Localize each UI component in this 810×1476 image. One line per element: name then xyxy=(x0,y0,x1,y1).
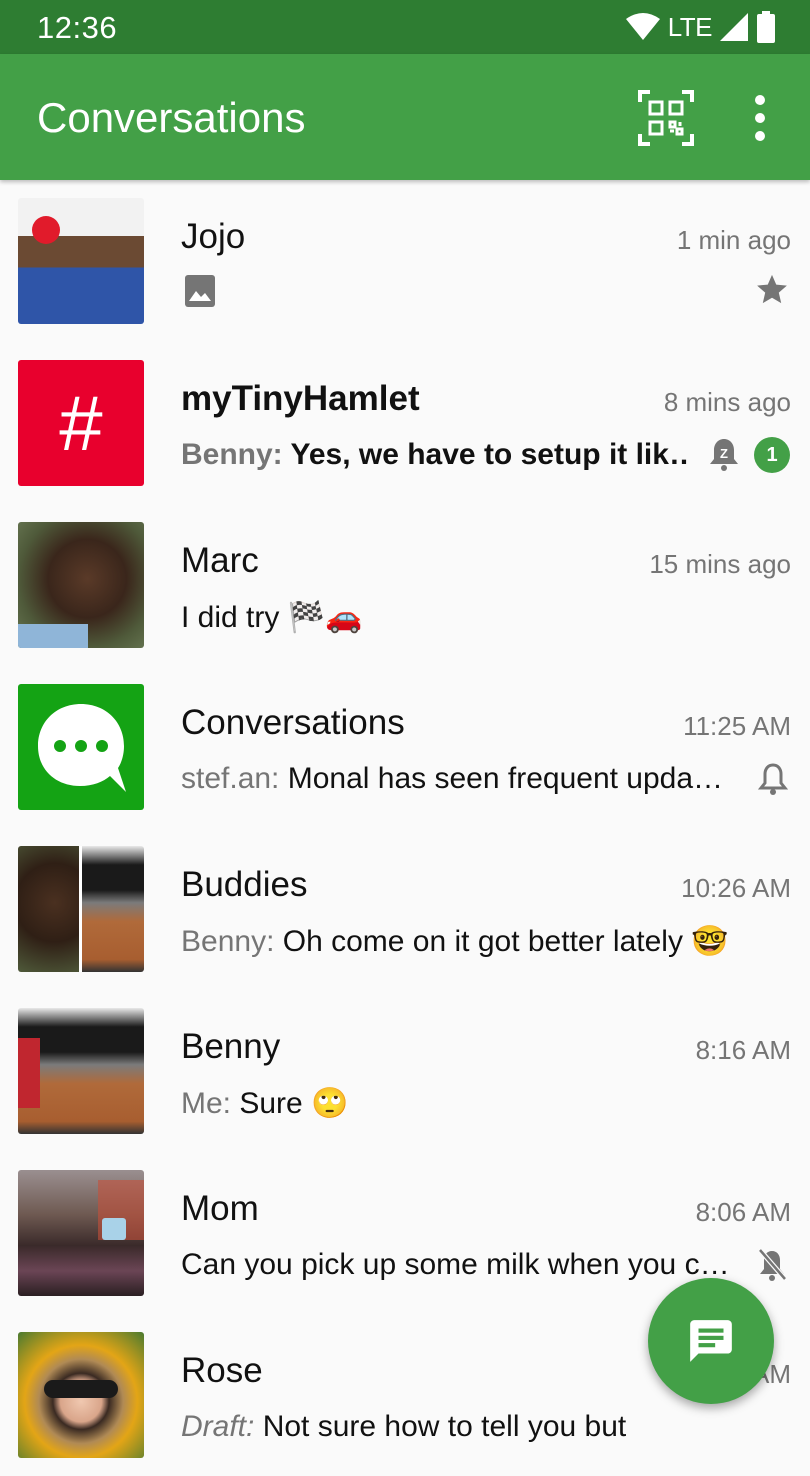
conversation-time: 8:16 AM xyxy=(695,1035,791,1065)
conversation-preview: stef.an: Monal has seen frequent upda… xyxy=(181,762,751,796)
conversation-name: Marc xyxy=(181,541,259,580)
conversation-preview: Benny: Oh come on it got better lately 🤓 xyxy=(181,924,729,959)
conversation-name: Buddies xyxy=(181,865,308,904)
new-message-icon xyxy=(690,1320,732,1362)
conversation-preview: Draft: Not sure how to tell you but xyxy=(181,1410,626,1444)
conversation-item[interactable]: Conversations 11:25 AM stef.an: Monal ha… xyxy=(0,666,810,828)
new-conversation-button[interactable] xyxy=(648,1278,774,1404)
snoozed-bell-icon: Z xyxy=(710,439,738,471)
message-text: Not sure how to tell you but xyxy=(262,1410,627,1443)
conversation-name: Jojo xyxy=(181,217,246,256)
app-bar: Conversations xyxy=(0,54,810,180)
wifi-icon xyxy=(625,13,660,40)
avatar xyxy=(18,846,144,972)
hashtag-icon: # xyxy=(59,378,103,467)
conversation-time: 8 mins ago xyxy=(663,387,791,417)
avatar xyxy=(18,684,144,810)
status-time: 12:36 xyxy=(37,10,118,45)
message-text: Can you pick up some milk when you c… xyxy=(181,1248,730,1281)
battery-icon xyxy=(757,11,775,43)
message-sender: stef.an: xyxy=(181,762,280,795)
status-icons: LTE xyxy=(625,10,776,44)
signal-icon xyxy=(720,13,748,41)
image-icon xyxy=(185,275,215,307)
conversation-time: 11:25 AM xyxy=(683,711,791,741)
qr-code-icon xyxy=(638,90,694,146)
more-vert-icon xyxy=(755,95,765,141)
message-text: Monal has seen frequent upda… xyxy=(287,762,724,795)
conversation-name: Mom xyxy=(181,1189,259,1228)
conversation-item[interactable]: Marc 15 mins ago I did try 🏁🚗 xyxy=(0,504,810,666)
message-text: I did try 🏁🚗 xyxy=(181,601,363,634)
conversation-preview: Benny: Yes, we have to setup it lik… xyxy=(181,438,691,472)
draft-label: Draft: xyxy=(181,1410,255,1443)
avatar xyxy=(18,1332,144,1458)
conversation-preview: Me: Sure 🙄 xyxy=(181,1086,348,1121)
avatar xyxy=(18,198,144,324)
conversation-item[interactable]: Jojo 1 min ago xyxy=(0,180,810,342)
conversations-logo-icon xyxy=(38,704,126,792)
conversation-name: myTinyHamlet xyxy=(181,379,420,418)
conversation-time: 1 min ago xyxy=(676,225,791,255)
star-icon xyxy=(757,274,787,304)
conversation-time: 15 mins ago xyxy=(649,549,791,579)
message-sender: Benny: xyxy=(181,925,275,958)
avatar: # xyxy=(18,360,144,486)
message-sender: Me: xyxy=(181,1087,232,1120)
conversation-item[interactable]: # myTinyHamlet 8 mins ago Benny: Yes, we… xyxy=(0,342,810,504)
conversation-preview: Can you pick up some milk when you c… xyxy=(181,1248,743,1282)
status-bar: 12:36 LTE xyxy=(0,0,810,54)
conversation-name: Benny xyxy=(181,1027,281,1066)
page-title: Conversations xyxy=(37,94,306,141)
avatar xyxy=(18,522,144,648)
conversation-item[interactable]: Benny 8:16 AM Me: Sure 🙄 xyxy=(0,990,810,1152)
conversation-name: Rose xyxy=(181,1351,263,1390)
conversation-time: 8:06 AM xyxy=(695,1197,791,1227)
conversation-time: 10:26 AM xyxy=(681,873,791,903)
conversation-name: Conversations xyxy=(181,703,405,742)
scan-qr-button[interactable] xyxy=(636,88,696,148)
message-text: Oh come on it got better lately 🤓 xyxy=(282,925,729,958)
bell-off-icon xyxy=(758,1248,787,1281)
bell-outline-icon xyxy=(758,763,788,795)
message-text: Sure 🙄 xyxy=(239,1087,349,1120)
avatar xyxy=(18,1170,144,1296)
message-sender: Benny: xyxy=(181,438,283,471)
avatar xyxy=(18,1008,144,1134)
unread-badge: 1 xyxy=(754,437,790,473)
conversation-preview: I did try 🏁🚗 xyxy=(181,600,362,635)
message-text: Yes, we have to setup it lik… xyxy=(290,438,691,471)
svg-text:Z: Z xyxy=(720,446,728,461)
more-options-button[interactable] xyxy=(740,92,780,144)
conversation-item[interactable]: Buddies 10:26 AM Benny: Oh come on it go… xyxy=(0,828,810,990)
network-type: LTE xyxy=(667,11,713,42)
